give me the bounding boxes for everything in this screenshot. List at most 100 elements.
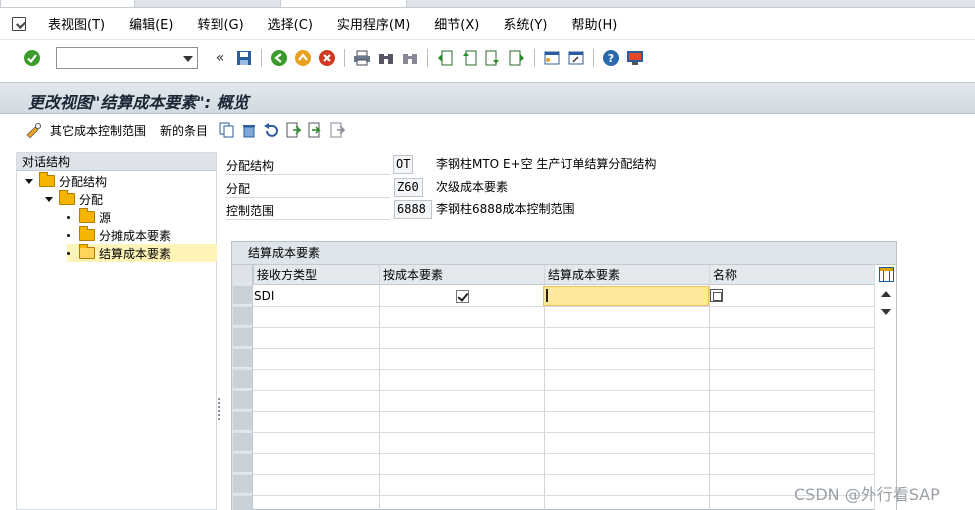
row-selector-column	[232, 265, 253, 510]
expand-triangle-icon[interactable]	[25, 178, 33, 184]
tree-node-label: 源	[99, 210, 112, 225]
table-title: 结算成本要素	[232, 242, 896, 265]
value-help-icon[interactable]	[710, 289, 723, 302]
column-header-receiver-type[interactable]: 接收方类型	[253, 265, 379, 285]
row-divider	[253, 474, 874, 475]
row-selector[interactable]	[233, 286, 252, 305]
chevron-down-icon[interactable]	[183, 55, 193, 62]
bullet-icon	[67, 233, 70, 237]
toolbar-separator	[344, 48, 345, 67]
row-selector[interactable]	[233, 433, 252, 452]
scroll-down-icon[interactable]	[881, 309, 891, 315]
controlling-area-field[interactable]: 6888	[394, 200, 432, 219]
tree-node-source[interactable]: 源	[67, 208, 111, 226]
assignment-field[interactable]: Z60	[394, 178, 423, 197]
shortcut-icon[interactable]	[566, 48, 586, 68]
previous-page-icon[interactable]	[459, 48, 479, 68]
allocation-structure-description: 李钢柱MTO E+空 生产订单结算分配结构	[436, 157, 657, 171]
row-selector[interactable]	[233, 307, 252, 326]
save-icon[interactable]	[234, 48, 254, 68]
bullet-icon	[67, 215, 70, 219]
settlement-cost-element-input[interactable]	[543, 286, 709, 306]
row-divider	[253, 306, 874, 307]
tree-node-settlement-cost-element[interactable]: 结算成本要素	[67, 244, 217, 262]
select-all-rows-button[interactable]	[233, 265, 252, 284]
window-tab[interactable]	[0, 0, 135, 7]
exit-icon[interactable]	[293, 48, 313, 68]
expand-triangle-icon[interactable]	[45, 196, 53, 202]
tree-node-assignment[interactable]: 分配	[45, 190, 103, 208]
vertical-scrollbar[interactable]	[874, 265, 896, 510]
delete-icon[interactable]	[241, 122, 257, 138]
row-selector[interactable]	[233, 412, 252, 431]
menu-selection[interactable]: 选择(C)	[268, 14, 313, 33]
by-cost-element-checkbox[interactable]	[456, 290, 469, 303]
window-tab[interactable]	[280, 0, 407, 7]
new-entries-button[interactable]: 新的条目	[160, 122, 208, 139]
copy-as-icon[interactable]	[219, 122, 235, 138]
first-page-icon[interactable]	[435, 48, 455, 68]
customize-layout-icon[interactable]	[625, 48, 645, 68]
menu-goto[interactable]: 转到(G)	[197, 14, 243, 33]
menu-system[interactable]: 系统(Y)	[503, 14, 547, 33]
splitter-handle[interactable]	[218, 398, 220, 420]
system-menu-icon[interactable]	[12, 16, 26, 31]
row-selector[interactable]	[233, 391, 252, 410]
new-session-icon[interactable]	[542, 48, 562, 68]
receiver-type-cell[interactable]: SDI	[254, 286, 378, 306]
row-divider	[253, 411, 874, 412]
bullet-icon	[67, 251, 70, 255]
column-header-by-cost-element[interactable]: 按成本要素	[379, 265, 544, 285]
toolbar-separator	[593, 48, 594, 67]
find-icon[interactable]	[376, 48, 396, 68]
allocation-structure-field[interactable]: OT	[393, 155, 413, 174]
folder-icon	[39, 172, 55, 187]
other-control-area-button[interactable]: 其它成本控制范围	[50, 122, 146, 139]
row-selector[interactable]	[233, 454, 252, 473]
table-column-header: 接收方类型 按成本要素 结算成本要素 名称	[232, 265, 874, 285]
tree-node-label: 分配结构	[59, 174, 108, 189]
select-block-icon[interactable]	[307, 122, 323, 138]
menu-help[interactable]: 帮助(H)	[571, 14, 617, 33]
row-selector[interactable]	[233, 496, 252, 510]
scroll-up-icon[interactable]	[881, 291, 891, 297]
toolbar-separator	[534, 48, 535, 67]
find-next-icon[interactable]	[400, 48, 420, 68]
menu-details[interactable]: 细节(X)	[434, 14, 479, 33]
command-field[interactable]	[56, 46, 198, 69]
last-page-icon[interactable]	[507, 48, 527, 68]
next-page-icon[interactable]	[483, 48, 503, 68]
deselect-all-icon[interactable]	[329, 122, 346, 138]
print-icon[interactable]	[352, 48, 372, 68]
folder-icon	[59, 190, 75, 205]
column-header-settlement-cost-element[interactable]: 结算成本要素	[544, 265, 709, 285]
collapse-icon[interactable]: «	[210, 48, 230, 68]
folder-icon	[79, 208, 95, 223]
controlling-area-description: 李钢柱6888成本控制范围	[436, 202, 575, 216]
row-selector[interactable]	[233, 349, 252, 368]
menu-edit[interactable]: 编辑(E)	[129, 14, 173, 33]
table-settings-icon[interactable]	[879, 267, 894, 282]
row-selector[interactable]	[233, 328, 252, 347]
help-icon[interactable]: ?	[601, 48, 621, 68]
row-divider	[253, 495, 874, 496]
row-selector[interactable]	[233, 370, 252, 389]
row-selector[interactable]	[233, 475, 252, 494]
page-title: 更改视图"结算成本要素": 概览	[28, 93, 249, 112]
undo-icon[interactable]	[263, 122, 279, 138]
tree-node-allocation-structure[interactable]: 分配结构	[25, 172, 107, 190]
enter-icon[interactable]	[22, 48, 42, 68]
menu-table-view[interactable]: 表视图(T)	[48, 14, 105, 33]
dialog-structure-header: 对话结构	[17, 153, 216, 171]
controlling-area-label: 控制范围	[226, 202, 390, 220]
edit-glasses-icon[interactable]	[25, 122, 41, 139]
dialog-structure-panel: 对话结构 分配结构 分配 源 分摊成本要素 结算成本要素	[16, 152, 217, 510]
cancel-icon[interactable]	[317, 48, 337, 68]
select-all-icon[interactable]	[285, 122, 302, 138]
row-divider	[253, 453, 874, 454]
tree-node-allocation-cost-element[interactable]: 分摊成本要素	[67, 226, 171, 244]
menu-utilities[interactable]: 实用程序(M)	[337, 14, 410, 33]
back-icon[interactable]	[269, 48, 289, 68]
open-folder-icon	[79, 244, 95, 259]
column-header-name[interactable]: 名称	[709, 265, 874, 285]
